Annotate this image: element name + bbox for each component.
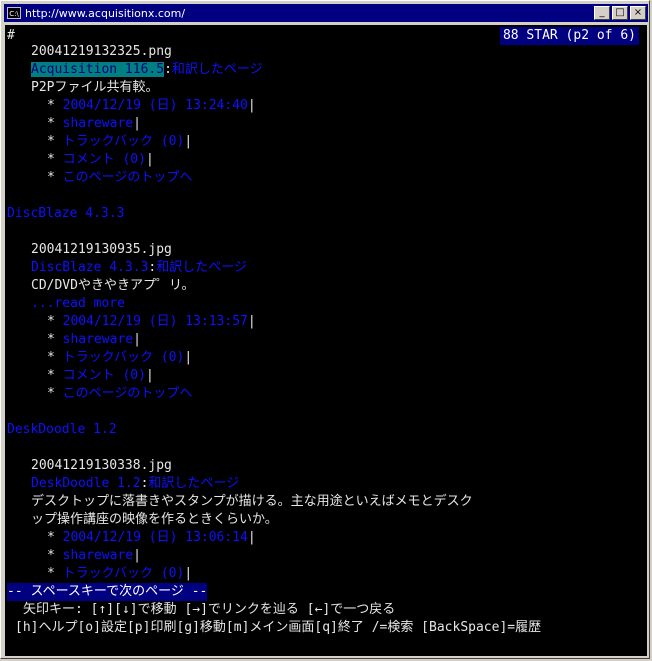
- bullet: *: [47, 134, 55, 149]
- entry-title-link[interactable]: DiscBlaze 4.3.3: [31, 260, 148, 275]
- comment-link[interactable]: コメント (0): [63, 368, 146, 383]
- comment-link[interactable]: コメント (0): [63, 152, 146, 167]
- entry-heading-link[interactable]: DiscBlaze 4.3.3: [7, 205, 124, 223]
- bullet: *: [47, 530, 55, 545]
- meta-date-row: * 2004/12/19 (日) 13:06:14|: [47, 530, 256, 545]
- bullet: *: [47, 386, 55, 401]
- entry-title-row: DiscBlaze 4.3.3:和訳したページ: [31, 259, 247, 277]
- pager-prompt: -- スペースキーで次のページ --: [7, 583, 208, 601]
- page-top-link[interactable]: このページのトップへ: [63, 386, 193, 401]
- bullet: *: [47, 548, 55, 563]
- read-more-link[interactable]: ...read more: [31, 295, 125, 313]
- close-button[interactable]: ×: [630, 6, 646, 20]
- trackback-link[interactable]: トラックバック (0): [63, 134, 185, 149]
- minimize-button[interactable]: _: [594, 6, 610, 20]
- bullet: *: [47, 116, 55, 131]
- terminal-screen[interactable]: # 88 STAR (p2 of 6) 20041219132325.png A…: [5, 25, 647, 656]
- meta-comment-row: * コメント (0)|: [47, 368, 154, 383]
- translated-page-link[interactable]: 和訳したページ: [156, 260, 247, 275]
- category-link[interactable]: shareware: [63, 116, 133, 131]
- entry-filename: 20041219130935.jpg: [31, 242, 172, 257]
- meta-category-row: * shareware|: [47, 332, 141, 347]
- entry-description-line-1: デスクトップに落書きやスタンプが描ける。主な用途といえばメモとデスク: [31, 494, 473, 509]
- entry-description: P2Pファイル共有較。: [31, 80, 159, 95]
- page-top-link[interactable]: このページのトップへ: [63, 170, 193, 185]
- category-link[interactable]: shareware: [63, 548, 133, 563]
- entry-filename: 20041219130338.jpg: [31, 458, 172, 473]
- translated-page-link[interactable]: 和訳したページ: [172, 62, 263, 77]
- entry-filename: 20041219132325.png: [31, 44, 172, 59]
- bullet: *: [47, 350, 55, 365]
- bullet: *: [47, 152, 55, 167]
- meta-trackback-row: * トラックバック (0)|: [47, 134, 193, 149]
- meta-comment-row: * コメント (0)|: [47, 152, 154, 167]
- bullet: *: [47, 170, 55, 185]
- help-line-navigation: 矢印キー: [↑][↓]で移動 [→]でリンクを辿る [←]で一つ戻る: [23, 602, 396, 617]
- date-link[interactable]: 2004/12/19 (日) 13:06:14: [63, 530, 248, 545]
- meta-category-row: * shareware|: [47, 116, 141, 131]
- console-window: C:\ http://www.acquisitionx.com/ _ □ × #…: [0, 0, 650, 659]
- bullet: *: [47, 98, 55, 113]
- entry-description: CD/DVDやきやきアプ゜リ。: [31, 278, 195, 293]
- help-line-commands: [h]ヘルプ[o]設定[p]印刷[g]移動[m]メイン画面[q]終了 /=検索 …: [15, 620, 542, 635]
- entry-title-link[interactable]: DeskDoodle 1.2: [31, 476, 141, 491]
- bullet: *: [47, 368, 55, 383]
- meta-date-row: * 2004/12/19 (日) 13:13:57|: [47, 314, 256, 329]
- bullet: *: [47, 314, 55, 329]
- bullet: *: [47, 566, 55, 581]
- entry-heading-link[interactable]: DeskDoodle 1.2: [7, 421, 117, 439]
- meta-trackback-row: * トラックバック (0)|: [47, 350, 193, 365]
- window-title: http://www.acquisitionx.com/: [25, 6, 186, 20]
- date-link[interactable]: 2004/12/19 (日) 13:13:57: [63, 314, 248, 329]
- hash-marker: #: [7, 28, 15, 43]
- entry-description-line-2: ップ操作講座の映像を作るときくらいか。: [31, 512, 278, 527]
- trackback-link[interactable]: トラックバック (0): [63, 350, 185, 365]
- meta-top-row: * このページのトップへ: [47, 169, 192, 187]
- entry-title-row: Acquisition 116.5:和訳したページ: [31, 61, 263, 79]
- category-link[interactable]: shareware: [63, 332, 133, 347]
- maximize-button[interactable]: □: [612, 6, 628, 20]
- page-status: 88 STAR (p2 of 6): [499, 27, 639, 45]
- trackback-link[interactable]: トラックバック (0): [63, 566, 185, 581]
- title-bar[interactable]: C:\ http://www.acquisitionx.com/ _ □ ×: [4, 4, 648, 22]
- meta-date-row: * 2004/12/19 (日) 13:24:40|: [47, 98, 256, 113]
- command-prompt-icon: C:\: [7, 7, 21, 19]
- meta-category-row: * shareware|: [47, 548, 141, 563]
- separator: :: [164, 62, 172, 77]
- meta-trackback-row: * トラックバック (0)|: [47, 566, 193, 581]
- translated-page-link[interactable]: 和訳したページ: [148, 476, 239, 491]
- entry-title-link-selected[interactable]: Acquisition 116.5: [31, 62, 165, 77]
- entry-title-row: DeskDoodle 1.2:和訳したページ: [31, 475, 239, 493]
- meta-top-row: * このページのトップへ: [47, 385, 192, 403]
- date-link[interactable]: 2004/12/19 (日) 13:24:40: [63, 98, 248, 113]
- bullet: *: [47, 332, 55, 347]
